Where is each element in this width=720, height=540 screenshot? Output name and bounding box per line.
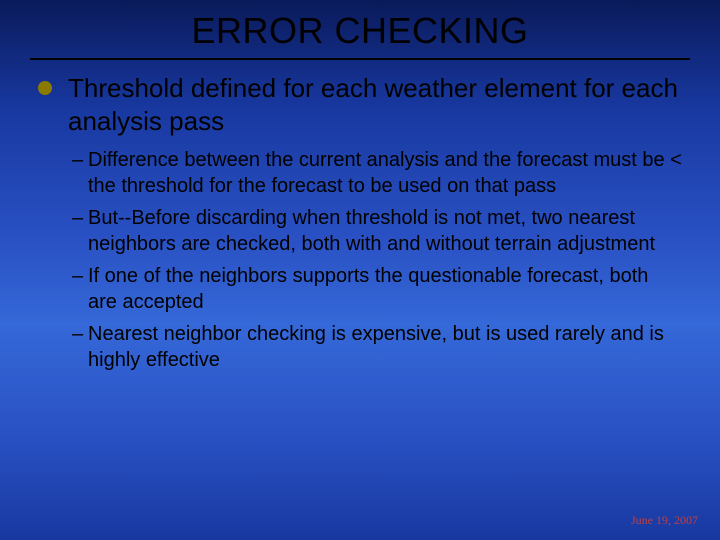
- main-bullet-text: Threshold defined for each weather eleme…: [68, 73, 678, 136]
- slide-title: ERROR CHECKING: [0, 0, 720, 58]
- slide-content: Threshold defined for each weather eleme…: [0, 72, 720, 373]
- bullet-dot-icon: [38, 81, 52, 95]
- main-bullet: Threshold defined for each weather eleme…: [38, 72, 682, 137]
- sub-bullet-item: Difference between the current analysis …: [72, 147, 682, 199]
- title-divider: [30, 58, 690, 60]
- sub-bullet-item: If one of the neighbors supports the que…: [72, 263, 682, 315]
- sub-bullet-list: Difference between the current analysis …: [38, 147, 682, 373]
- sub-bullet-item: But--Before discarding when threshold is…: [72, 205, 682, 257]
- sub-bullet-item: Nearest neighbor checking is expensive, …: [72, 321, 682, 373]
- footer-date: June 19, 2007: [631, 513, 698, 528]
